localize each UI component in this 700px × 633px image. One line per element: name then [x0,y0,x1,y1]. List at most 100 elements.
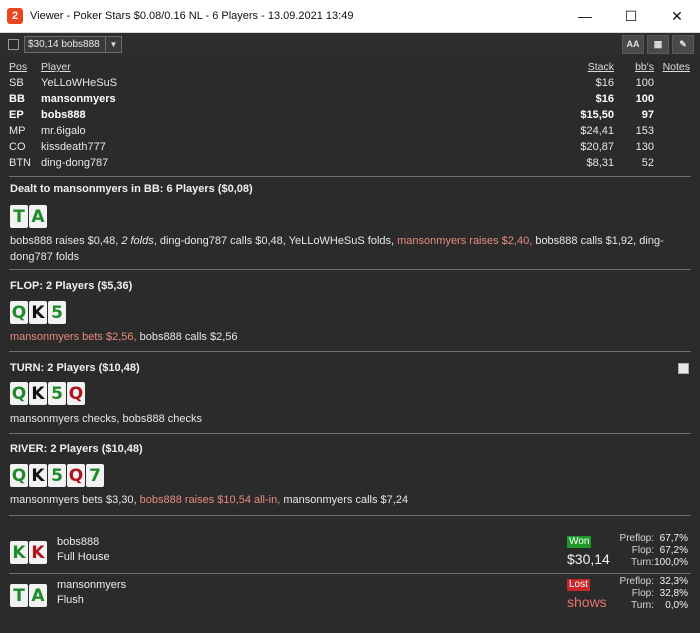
river-cards: Q K 5 Q 7 [10,464,105,487]
result-cards: T A [10,584,48,607]
result-amount: shows [567,594,607,610]
card: Q [67,382,85,405]
action-segment: mansonmyers bets $2,56, [10,331,137,343]
player-pos: BTN [9,157,31,169]
stat-label: Flop: [631,588,654,599]
header-player[interactable]: Player [41,61,71,73]
card: A [29,205,47,228]
preflop-actions: bobs888 raises $0,48, 2 folds, ding-dong… [10,233,670,265]
hole-cards: T A [10,205,48,228]
card: A [29,584,47,607]
river-actions: mansonmyers bets $3,30, bobs888 raises $… [10,492,670,508]
window-title: Viewer - Poker Stars $0.08/0.16 NL - 6 P… [30,10,354,22]
result-hand-name: Flush [57,594,84,606]
stat-value: 67,2% [659,545,688,556]
player-pos: EP [9,109,24,121]
player-stack: $16 [595,77,614,89]
player-bbs: 97 [641,109,654,121]
action-segment: mansonmyers checks, bobs888 checks [10,413,202,425]
stat-value: 67,7% [659,533,688,544]
card: K [29,464,47,487]
stat-row: Turn: 0,0% [608,600,688,612]
stat-value: 32,3% [659,576,688,587]
card: K [29,541,47,564]
chevron-down-icon[interactable]: ▼ [105,36,121,52]
maximize-button[interactable]: ☐ [608,0,654,33]
hand-select-dropdown[interactable]: $30,14 bobs888 ▼ [24,35,122,53]
player-name: ding-dong787 [41,157,109,169]
font-size-button[interactable]: AA [622,34,644,54]
players-header: Pos Player Stack bb's Notes [0,60,700,76]
stat-value: 100,0% [654,557,688,568]
stat-row: Preflop: 32,3% [608,576,688,588]
player-row[interactable]: EP bobs888 $15,50 97 [0,108,700,124]
result-hand-name: Full House [57,551,110,563]
turn-checkbox[interactable] [678,363,689,374]
minimize-button[interactable]: — [562,0,608,33]
player-stack: $15,50 [580,109,614,121]
card: 5 [48,382,66,405]
player-row[interactable]: SB YeLLoWHeSuS $16 100 [0,76,700,92]
lost-badge: Lost [567,579,590,591]
result-player-name: bobs888 [57,536,100,548]
action-segment: mansonmyers raises $2,40, [397,235,533,247]
flop-actions: mansonmyers bets $2,56, bobs888 calls $2… [10,329,670,345]
action-segment: bobs888 raises $10,54 all-in, [139,494,281,506]
app-icon: 2 [7,8,23,24]
divider [9,573,691,574]
stat-row: Flop: 67,2% [608,545,688,557]
player-pos: SB [9,77,24,89]
player-stack: $16 [595,93,614,105]
stat-label: Flop: [631,545,654,556]
grid-icon[interactable]: ▦ [647,34,669,54]
action-segment: mansonmyers bets $3,30, [10,494,140,506]
turn-actions: mansonmyers checks, bobs888 checks [10,411,670,427]
edit-icon[interactable]: ✎ [672,34,694,54]
equity-stats: Preflop: 32,3% Flop: 32,8% Turn: 0,0% [608,576,688,612]
player-row[interactable]: BB mansonmyers $16 100 [0,92,700,108]
player-row[interactable]: BTN ding-dong787 $8,31 52 [0,156,700,172]
player-stack: $20,87 [580,141,614,153]
player-bbs: 52 [641,157,654,169]
header-bbs[interactable]: bb's [635,61,654,73]
card: Q [10,464,28,487]
card: K [10,541,28,564]
player-bbs: 153 [635,125,654,137]
divider [9,351,691,352]
card: K [29,382,47,405]
header-notes[interactable]: Notes [663,61,690,73]
window-controls: — ☐ ✕ [562,0,700,33]
select-hand-checkbox[interactable] [8,38,19,50]
divider [9,433,691,434]
stat-row: Preflop: 67,7% [608,533,688,545]
equity-stats: Preflop: 67,7% Flop: 67,2% Turn: 100,0% [608,533,688,569]
stat-label: Turn: [631,557,654,568]
player-name: bobs888 [41,109,86,121]
result-cards: K K [10,541,48,564]
player-name: YeLLoWHeSuS [41,77,118,89]
player-row[interactable]: CO kissdeath777 $20,87 130 [0,140,700,156]
header-pos[interactable]: Pos [9,61,27,73]
header-stack[interactable]: Stack [588,61,614,73]
divider [9,176,691,177]
divider [9,515,691,516]
turn-title: TURN: 2 Players ($10,48) [10,362,140,374]
card: K [29,301,47,324]
player-pos: CO [9,141,26,153]
result-row: K K bobs888 Full House Won $30,14 Preflo… [0,533,700,576]
result-row: T A mansonmyers Flush Lost shows Preflop… [0,576,700,619]
player-row[interactable]: MP mr.6igalo $24,41 153 [0,124,700,140]
preflop-title: Dealt to mansonmyers in BB: 6 Players ($… [10,183,253,195]
player-bbs: 130 [635,141,654,153]
player-name: mansonmyers [41,93,116,105]
card: Q [10,301,28,324]
card: Q [67,464,85,487]
stat-row: Turn: 100,0% [608,557,688,569]
close-button[interactable]: ✕ [654,0,700,33]
hand-select-value: $30,14 bobs888 [28,38,100,50]
player-pos: MP [9,125,26,137]
card: 5 [48,301,66,324]
player-name: mr.6igalo [41,125,86,137]
card: Q [10,382,28,405]
stat-value: 32,8% [659,588,688,599]
